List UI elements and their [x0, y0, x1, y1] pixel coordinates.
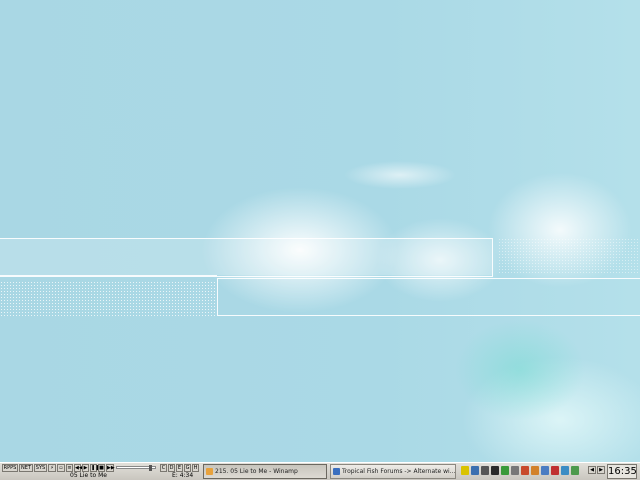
tray-right-arrow-icon[interactable]: ▶ — [597, 466, 605, 474]
window-icon[interactable]: ▫ — [57, 464, 65, 472]
browser-icon — [333, 468, 340, 475]
wallpaper-frame-upper — [0, 238, 493, 277]
rpps-button[interactable]: RPPS — [2, 464, 18, 472]
sys-button[interactable]: SYS — [34, 464, 47, 472]
wallpaper-dots-left — [0, 281, 215, 316]
settings-icon[interactable] — [571, 466, 579, 475]
winamp-elapsed-time: E: 4:34 — [172, 472, 194, 479]
hand-icon[interactable] — [461, 466, 469, 475]
flag-icon[interactable] — [551, 466, 559, 475]
network-icon[interactable] — [471, 466, 479, 475]
mail-icon[interactable] — [541, 466, 549, 475]
eq-button-e[interactable]: E — [176, 464, 183, 472]
task-browser[interactable]: Tropical Fish Forums -> Alternate wi... — [330, 464, 456, 479]
eq-button-d[interactable]: D — [168, 464, 175, 472]
seek-slider-knob[interactable] — [149, 465, 153, 471]
lightning-icon[interactable]: ⚡ — [48, 464, 56, 472]
shield-icon[interactable] — [521, 466, 529, 475]
net-button[interactable]: NET — [19, 464, 33, 472]
stop-icon[interactable]: ■ — [98, 464, 105, 472]
task-winamp-label: 215. 05 Lie to Me - Winamp — [215, 468, 298, 475]
wallpaper-line — [0, 275, 217, 276]
list-icon[interactable]: ≡ — [66, 464, 73, 472]
monitor-icon[interactable] — [491, 466, 499, 475]
taskbar-clock[interactable]: 16:35 — [607, 464, 637, 479]
task-winamp[interactable]: 215. 05 Lie to Me - Winamp — [203, 464, 327, 479]
globe-icon[interactable] — [561, 466, 569, 475]
winamp-icon — [206, 468, 213, 475]
next-track-icon[interactable]: ▶▶ — [106, 464, 115, 472]
taskbar: RPPS NET SYS ⚡ ▫ ≡ ◀◀ ▶ ❚❚ ■ ▶▶ C D E G … — [0, 462, 640, 480]
task-browser-label: Tropical Fish Forums -> Alternate wi... — [342, 468, 456, 475]
tray-left-arrow-icon[interactable]: ◀ — [588, 466, 596, 474]
winamp-seek-slider[interactable] — [116, 465, 156, 471]
wallpaper-frame-lower — [217, 278, 640, 316]
eq-button-g[interactable]: G — [184, 464, 191, 472]
volume-icon[interactable] — [481, 466, 489, 475]
pencil-icon[interactable] — [531, 466, 539, 475]
pause-icon[interactable]: ❚❚ — [90, 464, 99, 472]
printer-icon[interactable] — [511, 466, 519, 475]
desktop-wallpaper — [0, 0, 640, 462]
eq-button-c[interactable]: C — [160, 464, 167, 472]
play-icon[interactable]: ▶ — [82, 464, 89, 472]
eq-button-h[interactable]: H — [192, 464, 199, 472]
wallpaper-dots-right — [498, 238, 640, 274]
chart-icon[interactable] — [501, 466, 509, 475]
winamp-track-label: 05 Lie to Me — [70, 472, 107, 479]
previous-track-icon[interactable]: ◀◀ — [74, 464, 83, 472]
